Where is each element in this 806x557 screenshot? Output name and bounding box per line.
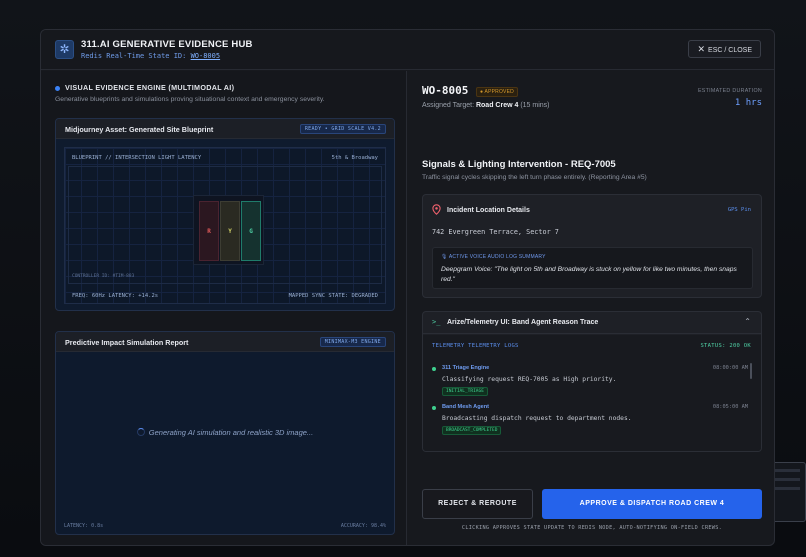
controller-id: CONTROLLER ID: #TIM-883 xyxy=(72,274,135,279)
location-pin-icon xyxy=(432,204,441,215)
green-lamp: G xyxy=(241,201,261,261)
frequency-latency: FREQ: 60Hz LATENCY: +14.2s xyxy=(72,293,159,299)
intervention-title: Signals & Lighting Intervention - REQ-70… xyxy=(422,159,616,170)
telemetry-status: STATUS: 200 OK xyxy=(700,343,751,349)
incident-location-card: Incident Location Details GPS Pin 742 Ev… xyxy=(422,194,762,298)
simulation-accuracy: ACCURACY: 98.4% xyxy=(340,523,386,529)
work-order-column: WO-8005 ● APPROVED Assigned Target: Road… xyxy=(408,71,774,545)
incident-location-title: Incident Location Details xyxy=(447,207,530,214)
gps-pin-link[interactable]: GPS Pin xyxy=(728,207,751,213)
sync-state: MAPPED SYNC STATE: DEGRADED xyxy=(288,293,378,299)
telemetry-header[interactable]: >_ Arize/Telemetry UI: Band Agent Reason… xyxy=(423,312,761,334)
assigned-eta: (15 mins) xyxy=(520,102,550,109)
evidence-hub-modal: ✲ 311.AI GENERATIVE EVIDENCE HUB Redis R… xyxy=(40,29,775,546)
estimated-duration-label: ESTIMATED DURATION xyxy=(697,88,762,94)
traffic-light-housing: R Y G xyxy=(193,195,264,265)
reject-reroute-button[interactable]: REJECT & REROUTE xyxy=(422,489,533,519)
assigned-crew: Road Crew 4 xyxy=(475,102,519,109)
log-status-dot-icon xyxy=(432,406,436,410)
blueprint-location: 5th & Broadway xyxy=(331,155,378,161)
log-tag: BROADCAST_COMPLETED xyxy=(442,426,502,435)
hub-logo-icon: ✲ xyxy=(55,40,74,59)
hub-title: 311.AI GENERATIVE EVIDENCE HUB xyxy=(81,39,253,50)
close-button[interactable]: ✕ ESC / CLOSE xyxy=(688,40,761,58)
approved-badge: ● APPROVED xyxy=(476,87,518,97)
terminal-icon: >_ xyxy=(432,318,441,326)
red-lamp: R xyxy=(199,201,219,261)
approve-dispatch-button[interactable]: APPROVE & DISPATCH ROAD CREW 4 xyxy=(542,489,762,519)
simulation-loading-text: Generating AI simulation and realistic 3… xyxy=(148,428,314,437)
work-order-id: WO-8005 xyxy=(422,84,469,97)
loading-spinner-icon xyxy=(136,428,145,436)
blueprint-panel: Midjourney Asset: Generated Site Bluepri… xyxy=(55,118,395,311)
estimated-duration-value: 1 hrs xyxy=(734,98,762,108)
telemetry-log-body: TELEMETRY TELEMETRY LOGS STATUS: 200 OK … xyxy=(423,335,761,451)
telemetry-panel: >_ Arize/Telemetry UI: Band Agent Reason… xyxy=(422,311,762,452)
simulation-panel: Predictive Impact Simulation Report MINI… xyxy=(55,331,395,535)
log-entry: Band Mesh Agent 08:05:00 AM Broadcasting… xyxy=(432,404,752,438)
blueprint-canvas: BLUEPRINT // INTERSECTION LIGHT LATENCY … xyxy=(64,147,386,304)
telemetry-logs-label: TELEMETRY TELEMETRY LOGS xyxy=(432,343,519,349)
log-tag: INITIAL_TRIAGE xyxy=(442,387,488,396)
voice-log-label: 🎙 ACTIVE VOICE AUDIO LOG SUMMARY xyxy=(441,254,546,260)
simulation-latency: LATENCY: 0.8s xyxy=(64,523,104,529)
blueprint-status-badge: READY • GRID SCALE V4.2 xyxy=(299,124,386,134)
simulation-engine-badge: MINIMAX-M3 ENGINE xyxy=(319,337,386,347)
log-message: Classifying request REQ-7005 as High pri… xyxy=(442,376,617,383)
voice-log-text: Deepgram Voice: "The light on 5th and Br… xyxy=(441,266,737,283)
state-id-label: Redis Real-Time State ID: xyxy=(81,52,187,60)
blueprint-panel-title: Midjourney Asset: Generated Site Bluepri… xyxy=(65,125,214,134)
close-label: ESC / CLOSE xyxy=(708,47,752,54)
modal-header: ✲ 311.AI GENERATIVE EVIDENCE HUB Redis R… xyxy=(41,30,774,70)
close-icon: ✕ xyxy=(697,44,706,54)
status-dot-icon xyxy=(55,85,60,91)
voice-log-summary: 🎙 ACTIVE VOICE AUDIO LOG SUMMARY Deepgra… xyxy=(432,247,753,289)
log-agent: Band Mesh Agent xyxy=(442,404,490,410)
blueprint-heading: BLUEPRINT // INTERSECTION LIGHT LATENCY xyxy=(72,155,202,161)
intervention-description: Traffic signal cycles skipping the left … xyxy=(422,174,647,181)
visual-evidence-column: VISUAL EVIDENCE ENGINE (MULTIMODAL AI) G… xyxy=(41,71,407,545)
log-time: 08:00:00 AM xyxy=(712,365,748,371)
simulation-panel-title: Predictive Impact Simulation Report xyxy=(65,338,189,347)
log-entry: 311 Triage Engine 08:00:00 AM Classifyin… xyxy=(432,365,752,399)
log-agent: 311 Triage Engine xyxy=(442,365,490,371)
log-time: 08:05:00 AM xyxy=(712,404,748,410)
chevron-up-icon[interactable]: ⌃ xyxy=(744,317,751,326)
approved-badge-text: APPROVED xyxy=(484,89,514,95)
blueprint-inner-frame: R Y G xyxy=(68,166,382,284)
visual-evidence-title-text: VISUAL EVIDENCE ENGINE (MULTIMODAL AI) xyxy=(65,83,235,92)
log-message: Broadcasting dispatch request to departm… xyxy=(442,415,632,422)
blueprint-panel-header: Midjourney Asset: Generated Site Bluepri… xyxy=(56,119,394,139)
assigned-prefix: Assigned Target: xyxy=(422,102,475,109)
approval-footnote: CLICKING APPROVES STATE UPDATE TO REDIS … xyxy=(461,525,723,531)
incident-address: 742 Evergreen Terrace, Sector 7 xyxy=(432,228,559,236)
hub-subtitle: Redis Real-Time State ID: WO-8005 xyxy=(81,52,220,60)
telemetry-title: Arize/Telemetry UI: Band Agent Reason Tr… xyxy=(447,319,599,326)
state-id-link[interactable]: WO-8005 xyxy=(191,52,221,60)
visual-evidence-description: Generative blueprints and simulations pr… xyxy=(55,96,325,103)
log-status-dot-icon xyxy=(432,367,436,371)
visual-evidence-title: VISUAL EVIDENCE ENGINE (MULTIMODAL AI) xyxy=(55,83,234,92)
voice-log-label-text: ACTIVE VOICE AUDIO LOG SUMMARY xyxy=(448,254,546,260)
assigned-target: Assigned Target: Road Crew 4 (15 mins) xyxy=(422,102,550,109)
simulation-loading: Generating AI simulation and realistic 3… xyxy=(56,428,394,437)
simulation-panel-header: Predictive Impact Simulation Report MINI… xyxy=(56,332,394,352)
yellow-lamp: Y xyxy=(220,201,240,261)
